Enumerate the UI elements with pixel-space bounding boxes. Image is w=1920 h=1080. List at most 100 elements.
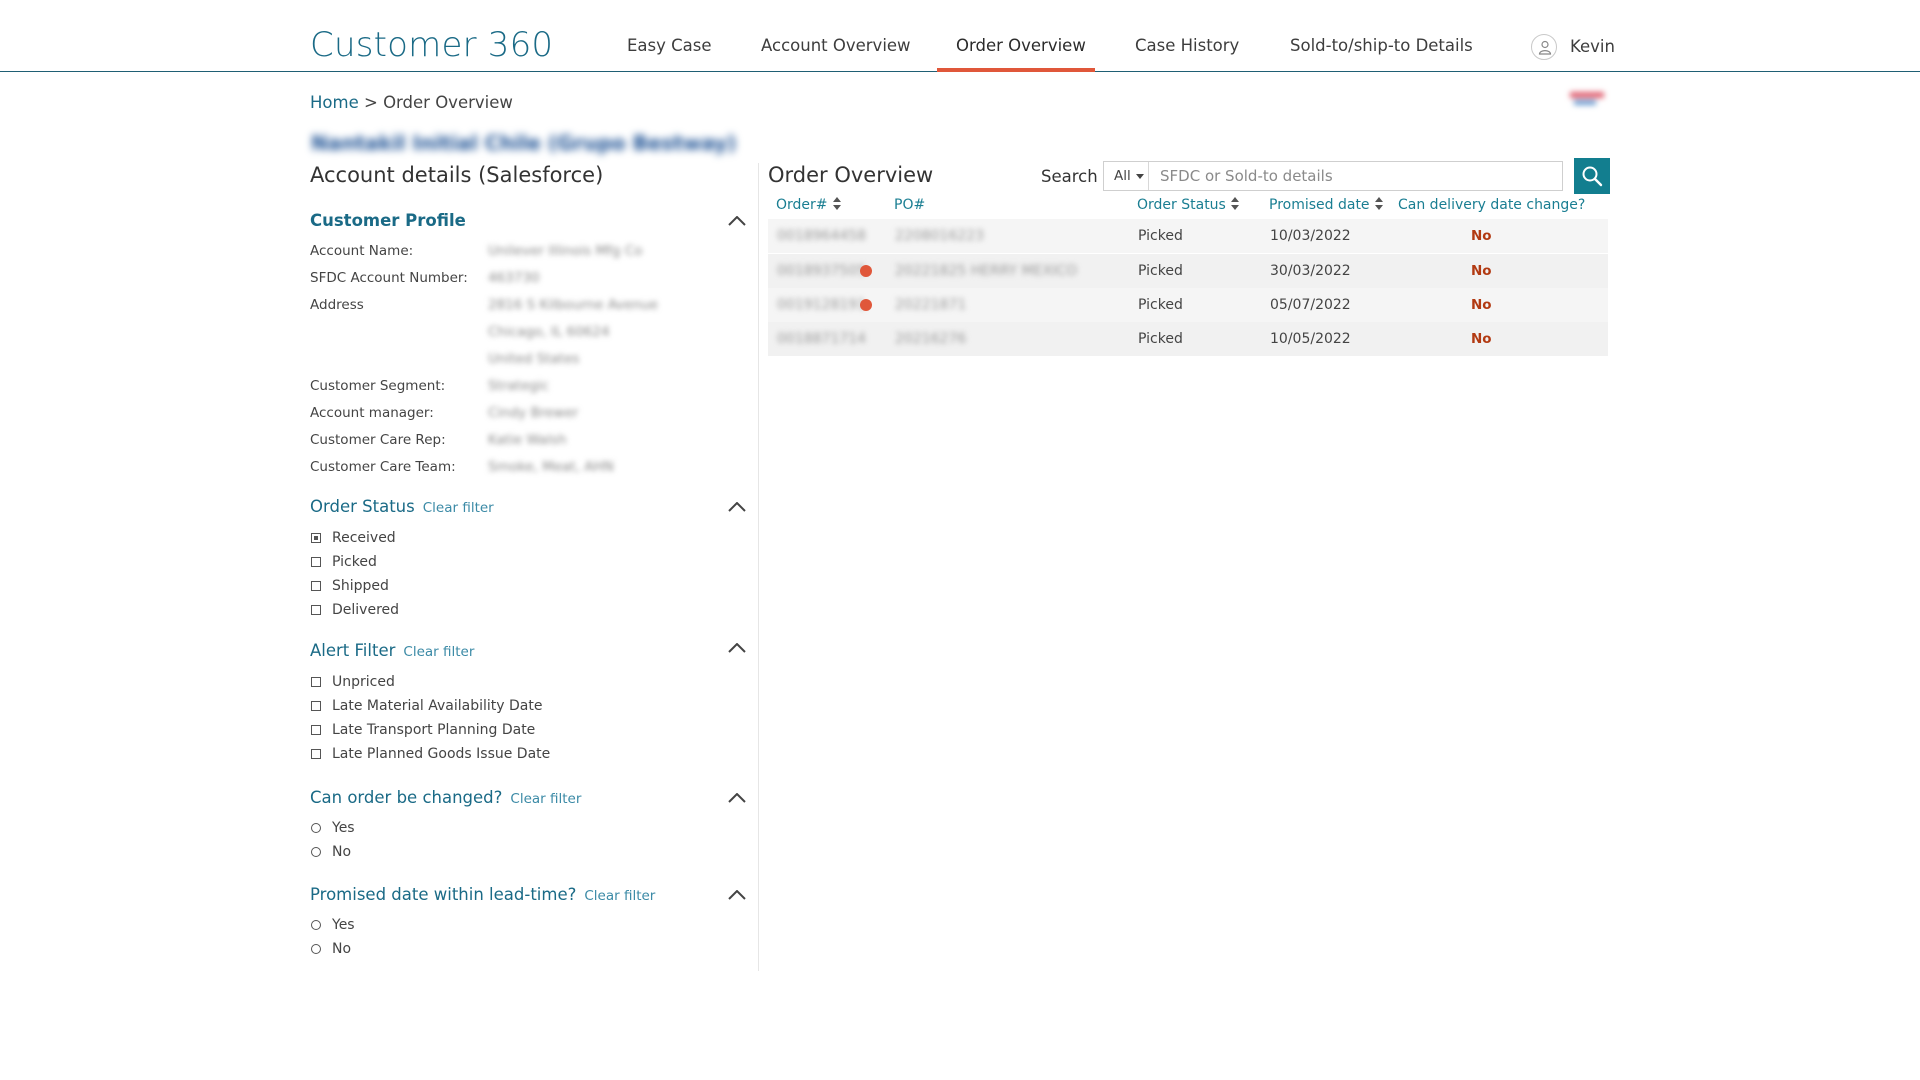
can-order-change-title-text: Can order be changed? — [310, 788, 503, 807]
account-details-title: Account details (Salesforce) — [310, 163, 604, 187]
search-input[interactable] — [1160, 162, 1550, 190]
checkbox-checked-icon[interactable] — [311, 533, 321, 543]
field-value-account-name: Unilever Illinois Mfg Co — [488, 243, 643, 259]
nav-easy-case[interactable]: Easy Case — [627, 36, 712, 55]
cell-can-change: No — [1471, 228, 1492, 244]
collapse-can-order-change-icon[interactable] — [728, 793, 746, 803]
breadcrumb-home[interactable]: Home — [310, 93, 359, 112]
radio-icon[interactable] — [311, 944, 321, 954]
panel-divider — [758, 163, 759, 971]
radio-icon[interactable] — [311, 920, 321, 930]
clear-filter-order-status[interactable]: Clear filter — [423, 500, 494, 516]
can-order-change-title: Can order be changed? Clear filter — [310, 788, 581, 807]
checkbox-icon[interactable] — [311, 749, 321, 759]
field-label-address: Address — [310, 297, 364, 313]
search-label: Search — [1041, 167, 1098, 186]
sort-icon[interactable] — [1374, 197, 1384, 211]
nav-order-overview[interactable]: Order Overview — [956, 36, 1086, 55]
collapse-alert-filter-icon[interactable] — [728, 643, 746, 653]
field-value-address-line2: Chicago, IL 60624 — [488, 324, 610, 340]
checkbox-icon[interactable] — [311, 605, 321, 615]
app-title: Customer 360 — [310, 25, 554, 65]
cell-status: Picked — [1138, 228, 1183, 244]
column-header-po[interactable]: PO# — [894, 197, 925, 213]
field-label-care-rep: Customer Care Rep: — [310, 432, 446, 448]
cell-status: Picked — [1138, 297, 1183, 313]
cell-status: Picked — [1138, 263, 1183, 279]
user-icon[interactable] — [1531, 34, 1557, 60]
field-label-account-manager: Account manager: — [310, 405, 434, 421]
search-scope-dropdown[interactable]: All — [1104, 162, 1149, 190]
account-name-heading: Nantakil Initial Chile (Grupo Bestway) — [311, 131, 737, 155]
promised-within-leadtime-title-text: Promised date within lead-time? — [310, 885, 577, 904]
column-header-order[interactable]: Order# — [776, 197, 842, 213]
nav-account-overview[interactable]: Account Overview — [761, 36, 911, 55]
clear-filter-alert[interactable]: Clear filter — [403, 644, 474, 660]
clear-filter-can-order-change[interactable]: Clear filter — [510, 791, 581, 807]
cell-can-change: No — [1471, 297, 1492, 313]
checkbox-icon[interactable] — [311, 557, 321, 567]
sort-icon[interactable] — [1230, 197, 1240, 211]
table-row[interactable]: 0019128191 20221871 Picked 05/07/2022 No — [768, 288, 1608, 322]
clear-filter-promised-leadtime[interactable]: Clear filter — [584, 888, 655, 904]
breadcrumb-separator: > — [363, 93, 378, 112]
breadcrumb-current: Order Overview — [383, 93, 513, 112]
alert-dot-icon — [860, 265, 872, 277]
checkbox-icon[interactable] — [311, 725, 321, 735]
radio-icon[interactable] — [311, 823, 321, 833]
user-name[interactable]: Kevin — [1570, 37, 1615, 56]
cell-po: 20221825 HERRY MEXICO — [895, 263, 1078, 279]
cell-promised-date: 10/03/2022 — [1270, 228, 1351, 244]
search-box: All — [1103, 161, 1563, 191]
cell-order[interactable]: 0018871714 — [777, 322, 866, 356]
nav-sold-to-ship-to-details[interactable]: Sold-to/ship-to Details — [1290, 36, 1473, 55]
caret-down-icon — [1136, 174, 1144, 179]
table-row[interactable]: 0018937505 20221825 HERRY MEXICO Picked … — [768, 254, 1608, 288]
field-value-customer-segment: Strategic — [488, 378, 550, 394]
cell-promised-date: 05/07/2022 — [1270, 297, 1351, 313]
promised-within-leadtime-title: Promised date within lead-time? Clear fil… — [310, 885, 655, 904]
column-header-promised-date[interactable]: Promised date — [1269, 197, 1384, 213]
alert-filter-title-text: Alert Filter — [310, 641, 396, 660]
cell-can-change: No — [1471, 263, 1492, 279]
search-scope-value: All — [1114, 168, 1131, 184]
collapse-order-status-icon[interactable] — [728, 502, 746, 512]
radio-icon[interactable] — [311, 847, 321, 857]
sort-icon[interactable] — [832, 197, 842, 211]
search-icon — [1582, 166, 1603, 187]
cell-status: Picked — [1138, 331, 1183, 347]
field-label-account-name: Account Name: — [310, 243, 414, 259]
cell-po: 20221871 — [895, 297, 967, 313]
cell-promised-date: 10/05/2022 — [1270, 331, 1351, 347]
cell-po: 20216276 — [895, 331, 967, 347]
nav-case-history[interactable]: Case History — [1135, 36, 1239, 55]
field-value-sfdc-number: 463730 — [488, 270, 540, 286]
column-header-can-delivery-change[interactable]: Can delivery date change? — [1398, 197, 1585, 213]
cell-order[interactable]: 0018937505 — [777, 254, 866, 288]
active-nav-indicator — [937, 68, 1095, 72]
table-row[interactable]: 0018964458 2208016223 Picked 10/03/2022 … — [768, 219, 1608, 253]
field-value-care-rep: Katie Walsh — [488, 432, 567, 448]
cell-order[interactable]: 0018964458 — [777, 219, 866, 253]
collapse-promised-leadtime-icon[interactable] — [728, 890, 746, 900]
blurred-logo — [1566, 90, 1610, 108]
field-label-sfdc-number: SFDC Account Number: — [310, 270, 468, 286]
field-value-address-line3: United States — [488, 351, 580, 367]
cell-order[interactable]: 0019128191 — [777, 288, 866, 322]
column-header-order-status[interactable]: Order Status — [1137, 197, 1240, 213]
checkbox-icon[interactable] — [311, 701, 321, 711]
order-overview-title: Order Overview — [768, 163, 934, 187]
cell-promised-date: 30/03/2022 — [1270, 263, 1351, 279]
top-header: Customer 360 Easy Case Account Overview … — [0, 0, 1920, 72]
field-label-customer-segment: Customer Segment: — [310, 378, 446, 394]
checkbox-icon[interactable] — [311, 581, 321, 591]
checkbox-icon[interactable] — [311, 677, 321, 687]
customer-profile-title: Customer Profile — [310, 211, 466, 230]
alert-dot-icon — [860, 299, 872, 311]
order-status-title-text: Order Status — [310, 497, 415, 516]
collapse-customer-profile-icon[interactable] — [728, 216, 746, 226]
table-row[interactable]: 0018871714 20216276 Picked 10/05/2022 No — [768, 322, 1608, 356]
order-status-filter-title: Order Status Clear filter — [310, 497, 494, 516]
alert-filter-title: Alert Filter Clear filter — [310, 641, 474, 660]
search-button[interactable] — [1574, 158, 1610, 194]
